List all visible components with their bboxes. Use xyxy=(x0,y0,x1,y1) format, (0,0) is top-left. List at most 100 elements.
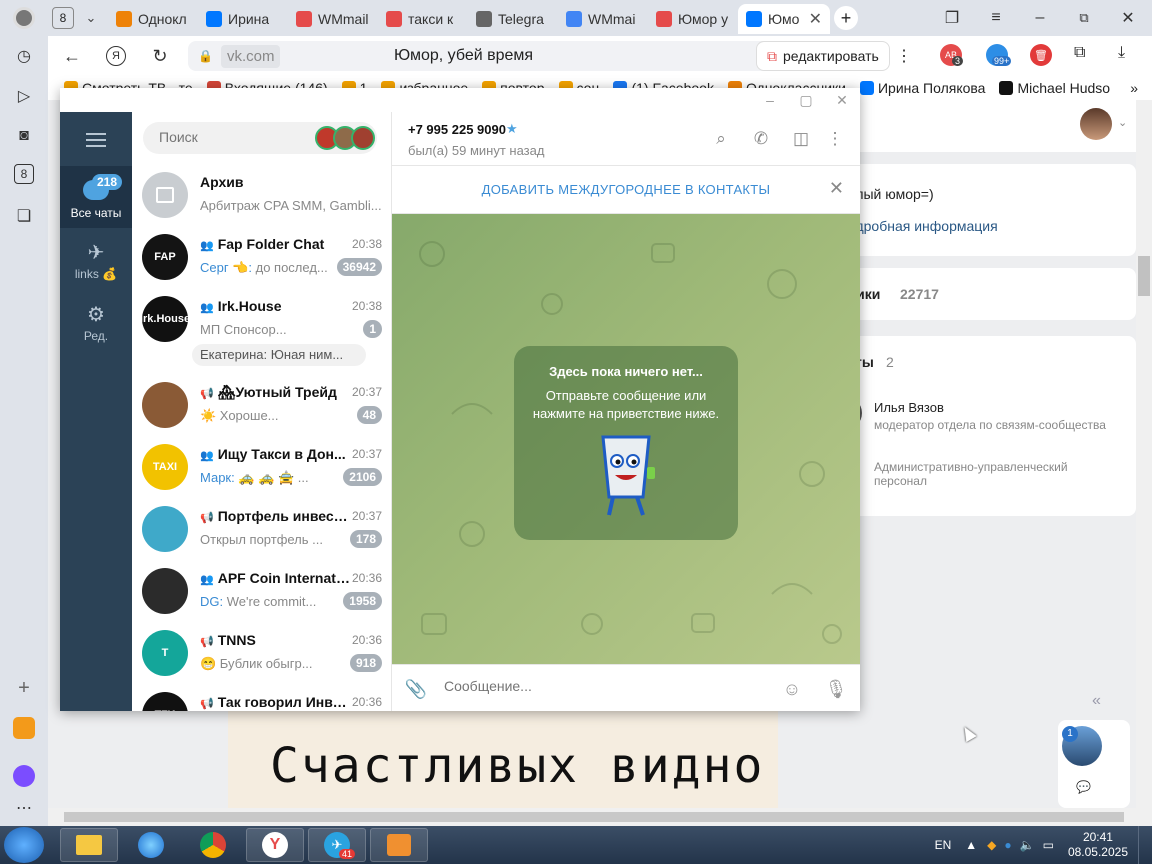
browser-tab[interactable]: Telegra xyxy=(468,4,558,34)
bookmark-item[interactable]: Michael Hudso xyxy=(999,80,1110,96)
emoji-icon[interactable]: ☺ xyxy=(780,677,804,701)
more-options-icon[interactable]: ⋮ xyxy=(896,46,912,66)
yandex-logo-icon[interactable]: Я xyxy=(100,40,132,72)
browser-tab[interactable]: такси к xyxy=(378,4,468,34)
show-desktop-button[interactable] xyxy=(1138,826,1146,864)
alice-icon[interactable] xyxy=(12,764,36,788)
vk-subscribers-card[interactable]: чики 22717 xyxy=(848,268,1136,320)
page-hscroll-thumb[interactable] xyxy=(64,812,1124,822)
taskbar-telegram[interactable]: ✈ 41 xyxy=(308,828,366,862)
tab-counter[interactable]: 8 xyxy=(52,7,74,29)
browser-tab[interactable]: Однокл xyxy=(108,4,198,34)
adblock-extension-icon[interactable]: AB 3 xyxy=(940,44,964,66)
tray-shield-icon[interactable]: ● xyxy=(1004,838,1011,852)
more-vertical-icon[interactable]: ⋮ xyxy=(824,128,846,150)
call-icon[interactable]: ✆ xyxy=(750,128,772,150)
sidebar-toggle-icon[interactable]: ◫ xyxy=(790,128,812,150)
collections-icon[interactable]: ❐ xyxy=(940,6,964,30)
play-icon[interactable]: ▷ xyxy=(12,84,36,108)
more-icon[interactable]: ⋯ xyxy=(12,796,36,820)
tg-maximize-icon[interactable]: ▢ xyxy=(796,90,816,110)
browser-tab[interactable]: WMmail xyxy=(288,4,378,34)
chat-row[interactable]: 👥 APF Coin Internati... 20:36 DG: We're com… xyxy=(132,560,391,622)
eight-icon[interactable]: 8 xyxy=(14,164,34,184)
browser-tab[interactable]: Юмор у xyxy=(648,4,738,34)
chat-row[interactable]: Irk.House 👥 Irk.House 20:38 МП Спонсор... 1 Ек… xyxy=(132,288,391,372)
new-tab-button[interactable]: + xyxy=(834,6,858,30)
vk-contact1-name[interactable]: Илья Вязов xyxy=(874,400,944,415)
archive-row[interactable]: Архив Арбитраж CPA SMM, Gambli... xyxy=(132,164,391,226)
page-scroll-thumb[interactable] xyxy=(1138,256,1150,296)
tg-search-input[interactable] xyxy=(159,129,299,145)
page-horizontal-scrollbar[interactable] xyxy=(48,808,1152,826)
browser-tab[interactable]: Юмо ✕ xyxy=(738,4,830,34)
browser-menu-icon[interactable]: ≡ xyxy=(984,6,1008,30)
tray-expand-icon[interactable]: ▲ xyxy=(965,838,977,852)
reload-icon[interactable]: ↻ xyxy=(144,40,176,72)
notes-icon[interactable]: ❏ xyxy=(12,204,36,228)
folder-edit[interactable]: ⚙ Ред. xyxy=(60,302,132,358)
chat-topic-preview[interactable]: Екатерина: Юная ним... xyxy=(192,344,366,366)
attach-icon[interactable]: 📎 xyxy=(404,677,428,701)
browser-tab[interactable]: Ирина xyxy=(198,4,288,34)
taskbar-explorer[interactable] xyxy=(60,828,118,862)
language-indicator[interactable]: EN xyxy=(935,838,952,852)
chat-row[interactable]: 📢 Портфель инвест... 20:37 Открыл портфель … xyxy=(132,498,391,560)
add-contact-link[interactable]: ДОБАВИТЬ МЕЖДУГОРОДНЕЕ В КОНТАКТЫ xyxy=(392,182,860,197)
download-icon[interactable]: ⤓ xyxy=(1118,44,1125,62)
tabs-dropdown-icon[interactable]: ⌄ xyxy=(80,10,102,26)
add-panel-icon[interactable]: + xyxy=(12,676,36,700)
vk-more-info-link[interactable]: одробная информация xyxy=(848,218,998,234)
camera-icon[interactable]: ◙ xyxy=(12,124,36,148)
collapse-chats-icon[interactable]: « xyxy=(1092,692,1101,710)
telegram-titlebar[interactable]: – ▢ ✕ xyxy=(60,88,860,112)
chat-row[interactable]: FAP 👥 Fap Folder Chat 20:38 Серг 👈: до после… xyxy=(132,226,391,288)
taskbar-ie[interactable] xyxy=(122,828,180,862)
taskbar-media-player[interactable] xyxy=(370,828,428,862)
user-avatar[interactable] xyxy=(1080,108,1112,140)
chat-dock-message-icon[interactable]: 💬 xyxy=(1076,780,1091,794)
taskbar-yandex-browser[interactable]: Y xyxy=(246,828,304,862)
minimize-icon[interactable]: – xyxy=(1028,6,1052,30)
chat-row[interactable]: ТГИ 📢Так говорил Инве...20:36 xyxy=(132,684,391,711)
greeting-sticker[interactable] xyxy=(591,431,661,521)
network-icon[interactable]: ▭ xyxy=(1043,838,1054,852)
restore-icon[interactable]: ⧉ xyxy=(1072,6,1096,30)
history-icon[interactable]: ◷ xyxy=(12,44,36,68)
start-button[interactable] xyxy=(4,827,44,863)
weather-extension-icon[interactable]: 99+ xyxy=(986,44,1012,66)
taskbar-clock[interactable]: 20:41 08.05.2025 xyxy=(1068,830,1128,860)
volume-icon[interactable]: 🔈 xyxy=(1020,838,1035,852)
taskbar-chrome[interactable] xyxy=(184,828,242,862)
extensions-icon[interactable]: ⧉ xyxy=(1074,44,1085,62)
tg-search-box[interactable] xyxy=(143,122,377,154)
back-icon[interactable]: ← xyxy=(56,40,88,72)
tg-menu-icon[interactable] xyxy=(84,128,108,152)
tg-chat-header[interactable]: +7 995 225 9090 ★ был(а) 59 минут назад … xyxy=(392,112,860,166)
avatar-dropdown-icon[interactable]: ⌄ xyxy=(1118,116,1127,129)
url-field[interactable]: 🔒 vk.com Юмор, убей время 🔖 xyxy=(188,41,788,71)
close-add-contact-icon[interactable]: ✕ xyxy=(829,178,844,199)
tg-minimize-icon[interactable]: – xyxy=(760,90,780,110)
story-avatar[interactable] xyxy=(351,126,375,150)
search-icon[interactable]: ⌕ xyxy=(710,128,732,150)
close-tab-icon[interactable]: ✕ xyxy=(809,9,822,29)
bookmark-item[interactable]: Ирина Полякова xyxy=(859,80,985,96)
folder-all-chats[interactable]: 218 Все чаты xyxy=(60,166,132,228)
tray-app-icon[interactable]: ◆ xyxy=(987,838,996,852)
page-vertical-scrollbar[interactable] xyxy=(1136,100,1152,808)
chat-row[interactable]: 📢 🏘Уютный Трейд 20:37 ☀️ Хороше... 48 xyxy=(132,374,391,436)
tg-message-input[interactable] xyxy=(444,678,764,694)
trash-extension-icon[interactable]: 🗑 xyxy=(1030,44,1052,66)
tg-close-icon[interactable]: ✕ xyxy=(832,90,852,110)
yandex-menu-icon[interactable] xyxy=(0,0,48,36)
microphone-icon[interactable]: 🎙 xyxy=(824,677,848,701)
close-window-icon[interactable]: ✕ xyxy=(1116,6,1140,30)
chat-row[interactable]: TAXI 👥 Ищу Такси в Дон... 20:37 Марк: 🚕 🚕 🚖 … xyxy=(132,436,391,498)
browser-tab[interactable]: WMmai xyxy=(558,4,648,34)
bookmarks-overflow-icon[interactable]: » xyxy=(1130,80,1138,96)
edit-button[interactable]: ⧉ редактировать xyxy=(756,41,890,71)
folder-links[interactable]: ✈ links 💰 xyxy=(60,240,132,296)
chat-row[interactable]: T 📢 TNNS 20:36 😁 Бублик обыгр... 918 xyxy=(132,622,391,684)
mail-icon[interactable] xyxy=(12,716,36,740)
